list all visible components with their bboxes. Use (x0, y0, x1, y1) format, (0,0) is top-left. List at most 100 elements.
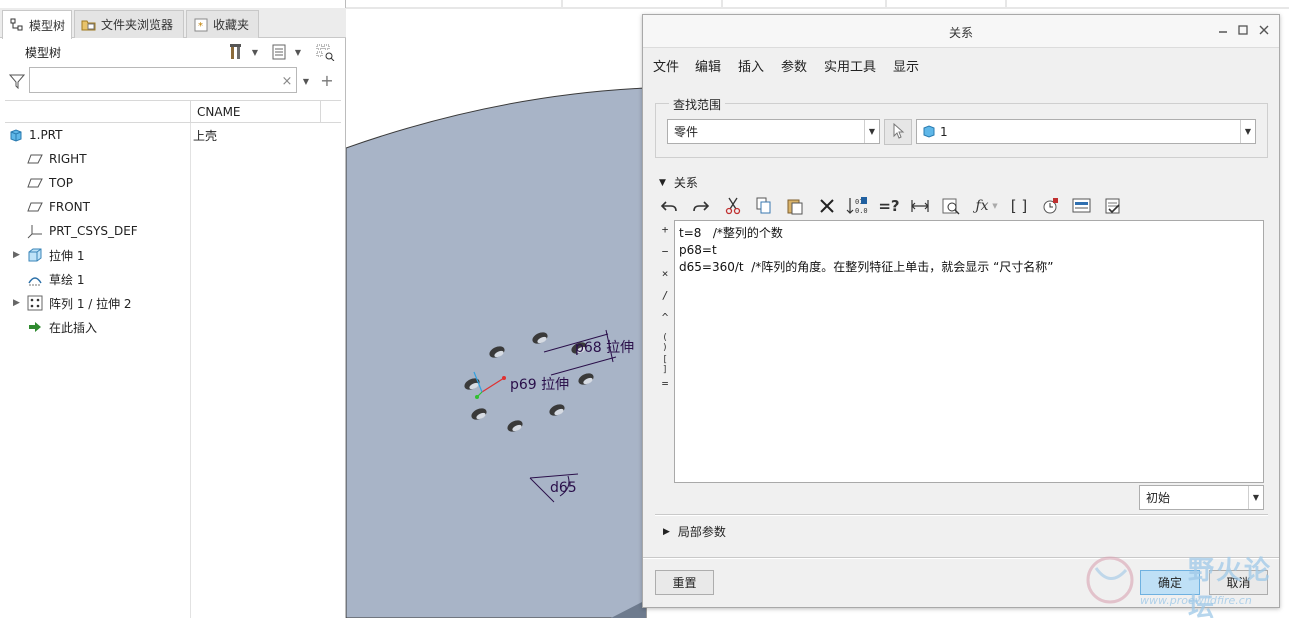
section-divider (655, 514, 1268, 516)
select-pointer-button[interactable] (884, 119, 912, 145)
datum-plane-icon (27, 199, 43, 215)
verify-equation-icon[interactable]: =? (877, 195, 901, 217)
lookup-model-select[interactable]: 1 ▼ (916, 119, 1256, 144)
relations-dialog: 关系 文件 编辑 插入 参数 实用工具 显示 查找范围 零件 ▼ 1 ▼ ▼ 关… (642, 14, 1280, 608)
show-relations-icon[interactable] (1070, 195, 1094, 217)
tree-item-label: 拉伸 1 (49, 248, 85, 263)
datum-plane-icon (27, 175, 43, 191)
relations-section-label: 关系 (673, 176, 698, 190)
column-separator[interactable] (320, 101, 321, 123)
paste-icon[interactable] (783, 195, 807, 217)
column-header-cname[interactable]: CNAME (197, 105, 241, 119)
datum-plane-icon (27, 151, 43, 167)
menu-edit[interactable]: 编辑 (695, 56, 721, 75)
operator-minus-button[interactable]: − (657, 245, 673, 258)
undo-icon[interactable] (657, 195, 681, 217)
local-params-section-toggle[interactable]: ▶ 局部参数 (663, 523, 726, 540)
dimension-p68-label[interactable]: p68 拉伸 (575, 337, 634, 357)
tab-folder-browser[interactable]: 文件夹浏览器 (74, 10, 184, 38)
operator-brackets-button[interactable]: [ ] (657, 355, 673, 375)
tab-favorites[interactable]: * 收藏夹 (186, 10, 259, 38)
operator-parentheses-button[interactable]: ( ) (657, 333, 673, 353)
operator-multiply-button[interactable]: × (657, 267, 673, 280)
operator-power-button[interactable]: ^ (657, 311, 673, 324)
relations-section-toggle[interactable]: ▼ 关系 (659, 174, 698, 191)
tree-item-insert-here[interactable]: 在此插入 (5, 315, 341, 339)
operator-equals-button[interactable]: = (657, 377, 673, 390)
relations-editor[interactable]: t=8 /*整列的个数 p68=t d65=360/t /*阵列的角度。在整列特… (674, 220, 1264, 483)
dimension-d65-label[interactable]: d65 (550, 480, 577, 496)
insert-brackets-icon[interactable]: [ ] (1007, 195, 1031, 217)
copy-icon[interactable] (752, 195, 776, 217)
tree-column-header: CNAME (5, 100, 341, 123)
tree-item-top[interactable]: TOP (5, 171, 341, 195)
part-icon (923, 125, 936, 138)
relation-execution-icon[interactable] (1039, 195, 1063, 217)
chevron-down-icon[interactable]: ▼ (300, 70, 312, 92)
expand-arrow-icon[interactable]: ▶ (13, 250, 23, 260)
ok-button[interactable]: 确定 (1140, 570, 1200, 595)
delete-icon[interactable] (815, 195, 839, 217)
footer-divider (643, 557, 1279, 559)
tree-item-csys[interactable]: PRT_CSYS_DEF (5, 219, 341, 243)
cut-icon[interactable] (721, 195, 745, 217)
clear-icon[interactable]: × (279, 70, 295, 92)
verify-relations-icon[interactable] (1101, 195, 1125, 217)
tree-columns-icon[interactable] (313, 41, 337, 63)
tree-settings-tools-icon[interactable] (226, 41, 248, 63)
sketch-icon (27, 271, 43, 287)
lookup-type-select[interactable]: 零件 ▼ (667, 119, 880, 144)
dimension-p69-label[interactable]: p69 拉伸 (510, 374, 569, 394)
redo-icon[interactable] (689, 195, 713, 217)
chevron-down-icon[interactable]: ▼ (249, 41, 261, 63)
extrude-icon (27, 247, 43, 263)
units-select[interactable]: 初始 ▼ (1139, 485, 1264, 510)
show-dimension-icon[interactable] (908, 195, 932, 217)
tree-filter-input[interactable] (29, 67, 297, 93)
expand-arrow-icon[interactable]: ▶ (13, 298, 23, 308)
tree-item-right[interactable]: RIGHT (5, 147, 341, 171)
close-icon[interactable] (1256, 22, 1272, 38)
evaluate-icon[interactable] (939, 195, 963, 217)
operator-plus-button[interactable]: + (657, 223, 673, 236)
minimize-icon[interactable] (1215, 22, 1231, 38)
panel-tab-bar: 模型树 文件夹浏览器 * 收藏夹 (0, 8, 346, 39)
tree-item-label: 在此插入 (49, 320, 98, 335)
menu-parameters[interactable]: 参数 (781, 56, 807, 75)
column-separator[interactable] (190, 101, 191, 123)
tree-item-part[interactable]: 1.PRT 上壳 (5, 123, 341, 147)
menu-utilities[interactable]: 实用工具 (824, 56, 876, 75)
model-tree-panel: 模型树 文件夹浏览器 * 收藏夹 模型树 ▼ ▼ × ▼ + CNAME 1.P… (0, 0, 346, 618)
add-filter-icon[interactable]: + (318, 69, 336, 91)
reset-button[interactable]: 重置 (655, 570, 714, 595)
model-tree-icon (9, 18, 25, 32)
sort-relations-icon[interactable]: 01 0.0 (845, 195, 869, 217)
tree-item-label: 草绘 1 (49, 272, 85, 287)
filter-icon[interactable] (7, 70, 27, 92)
chevron-down-icon[interactable]: ▼ (864, 120, 879, 143)
maximize-icon[interactable] (1235, 22, 1251, 38)
chevron-down-icon[interactable]: ▼ (1240, 120, 1255, 143)
filter-row: × ▼ + (0, 66, 346, 96)
insert-here-arrow-icon (27, 319, 43, 335)
tree-item-label: RIGHT (49, 152, 87, 166)
menu-insert[interactable]: 插入 (738, 56, 764, 75)
cancel-button[interactable]: 取消 (1209, 570, 1268, 595)
tree-item-pattern-1[interactable]: ▶ 阵列 1 / 拉伸 2 (5, 291, 341, 315)
show-list-icon[interactable] (268, 41, 290, 63)
chevron-down-icon[interactable]: ▼ (990, 195, 1000, 217)
menu-display[interactable]: 显示 (893, 56, 919, 75)
tab-model-tree[interactable]: 模型树 (2, 10, 72, 39)
menu-file[interactable]: 文件 (653, 56, 679, 75)
model-tree: 1.PRT 上壳 RIGHT TOP FRONT PRT_CSYS_DEF ▶ … (5, 123, 341, 618)
chevron-down-icon[interactable]: ▼ (292, 41, 304, 63)
operator-divide-button[interactable]: / (657, 289, 673, 302)
tree-item-sketch-1[interactable]: 草绘 1 (5, 267, 341, 291)
tree-item-extrude-1[interactable]: ▶ 拉伸 1 (5, 243, 341, 267)
folder-browser-icon (81, 18, 97, 32)
dialog-title-bar[interactable]: 关系 (643, 15, 1279, 48)
dialog-menubar: 文件 编辑 插入 参数 实用工具 显示 (643, 49, 1279, 77)
tree-item-front[interactable]: FRONT (5, 195, 341, 219)
tree-item-label: 1.PRT (29, 128, 63, 142)
chevron-down-icon[interactable]: ▼ (1248, 486, 1263, 509)
